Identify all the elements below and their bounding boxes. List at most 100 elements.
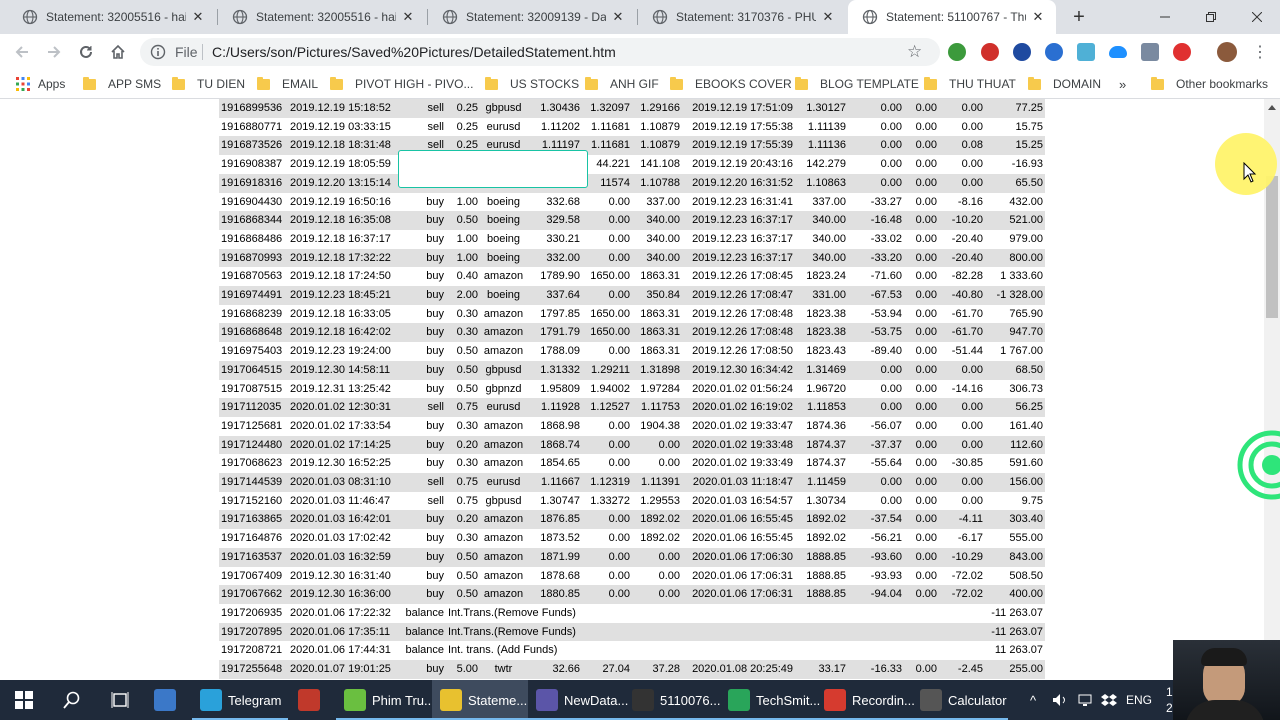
address-bar[interactable]: File C:/Users/son/Pictures/Saved%20Pictu…	[140, 38, 940, 66]
bookmark-folder[interactable]: APP SMS	[83, 70, 161, 98]
taskbar-item[interactable]	[0, 680, 48, 720]
home-button[interactable]	[106, 40, 130, 64]
volume-icon[interactable]	[1052, 680, 1068, 720]
apps-shortcut[interactable]: Apps	[16, 70, 65, 98]
table-cell: 0.25	[456, 120, 478, 133]
table-cell: -11 263.07	[991, 606, 1043, 619]
bookmark-star-icon[interactable]: ☆	[907, 42, 922, 62]
table-cell: amazon	[483, 532, 524, 545]
taskbar-item[interactable]: Telegram	[192, 680, 288, 720]
table-cell: 1.31898	[640, 363, 680, 376]
bookmark-folder[interactable]: US STOCKS	[485, 70, 579, 98]
extension-a-icon[interactable]	[1045, 43, 1063, 61]
table-cell: sell	[427, 494, 444, 507]
tab-statement-4[interactable]: Statement: 3170376 - PHUC ✕	[638, 0, 846, 34]
taskbar-item[interactable]	[288, 680, 336, 720]
tab-statement-3[interactable]: Statement: 32009139 - Dao ✕	[428, 0, 636, 34]
taskbar-item[interactable]: Calculator	[912, 680, 1008, 720]
extension-dropbox-icon[interactable]	[1141, 43, 1159, 61]
bookmark-folder[interactable]: TU DIEN	[172, 70, 245, 98]
table-cell: 1788.09	[540, 345, 580, 358]
table-cell: 1871.99	[540, 550, 580, 563]
table-cell: buy	[426, 438, 444, 451]
table-cell: 0.00	[915, 289, 937, 302]
extension-block-icon[interactable]	[1173, 43, 1191, 61]
table-row: 1917087515 2019.12.31 13:25:42 buy 0.50 gbpn…	[219, 379, 1045, 399]
input-language-indicator[interactable]: ENG	[1126, 680, 1152, 720]
bookmark-folder[interactable]: BLOG TEMPLATE	[795, 70, 919, 98]
table-cell: 0.20	[456, 513, 478, 526]
table-cell: 0.00	[915, 307, 937, 320]
table-cell: 1916880771	[221, 120, 283, 133]
url-text[interactable]: C:/Users/son/Pictures/Saved%20Pictures/D…	[212, 44, 616, 60]
reload-button[interactable]	[74, 40, 98, 64]
clock[interactable]: 1 2	[1166, 680, 1173, 720]
table-cell: 0.00	[915, 195, 937, 208]
tab-close-icon[interactable]: ✕	[820, 9, 836, 25]
table-cell: 0.00	[608, 569, 630, 582]
table-cell: 0.50	[456, 345, 478, 358]
taskbar-item[interactable]: Phim Tru...	[336, 680, 435, 720]
scrollbar-thumb[interactable]	[1266, 176, 1278, 318]
scroll-up-arrow-icon[interactable]	[1268, 105, 1276, 110]
forward-button[interactable]	[42, 40, 66, 64]
taskbar-item[interactable]: NewData...	[528, 680, 628, 720]
extension-na-icon[interactable]	[1013, 43, 1031, 61]
tab-close-icon[interactable]: ✕	[1030, 9, 1046, 25]
taskbar-item[interactable]: 5110076...	[624, 680, 720, 720]
extension-cloud-icon[interactable]	[1109, 46, 1127, 58]
taskbar-item[interactable]: Stateme...	[432, 680, 528, 720]
tab-statement-1[interactable]: Statement: 32005516 - hai t ✕	[8, 0, 216, 34]
taskbar-item[interactable]	[48, 680, 96, 720]
back-button[interactable]	[10, 40, 34, 64]
table-cell: buy	[426, 382, 444, 395]
extension-red-badge-icon[interactable]	[981, 43, 999, 61]
bookmark-folder[interactable]: THU THUAT	[924, 70, 1016, 98]
tab-close-icon[interactable]: ✕	[400, 9, 416, 25]
minimize-button[interactable]	[1142, 0, 1188, 34]
bookmark-folder[interactable]: ANH GIF	[585, 70, 659, 98]
bookmark-folder[interactable]: EMAIL	[257, 70, 318, 98]
table-cell: 2019.12.19 15:18:52	[290, 102, 391, 114]
info-icon[interactable]	[150, 44, 166, 60]
bookmark-folder[interactable]: PIVOT HIGH - PIVO...	[330, 70, 473, 98]
bookmark-folder[interactable]: DOMAIN	[1028, 70, 1101, 98]
tab-statement-2[interactable]: Statement: 32005516 - hai t ✕	[218, 0, 426, 34]
table-cell: 0.00	[915, 102, 937, 114]
taskbar-item[interactable]	[144, 680, 192, 720]
table-cell: 508.50	[1009, 569, 1043, 582]
network-icon[interactable]	[1077, 680, 1093, 720]
restore-button[interactable]	[1188, 0, 1234, 34]
tab-close-icon[interactable]: ✕	[190, 9, 206, 25]
table-cell: 1880.85	[540, 588, 580, 601]
table-cell: 32.66	[552, 663, 580, 676]
table-row: 1917124480 2020.01.02 17:14:25 buy 0.20 amaz…	[219, 435, 1045, 455]
taskbar-item[interactable]: Recordin...	[816, 680, 915, 720]
taskbar-item[interactable]	[96, 680, 144, 720]
table-cell: buy	[426, 289, 444, 302]
table-cell: -40.80	[951, 289, 983, 302]
table-cell: 2019.12.30 16:36:00	[290, 588, 391, 601]
dropbox-tray-icon[interactable]	[1101, 680, 1117, 720]
table-cell: 0.00	[658, 569, 680, 582]
extension-globe-icon[interactable]	[948, 43, 966, 61]
table-cell: -33.27	[870, 195, 902, 208]
table-cell: 1874.37	[806, 457, 846, 470]
profile-avatar[interactable]	[1217, 42, 1237, 62]
new-tab-button[interactable]: +	[1068, 6, 1090, 28]
table-cell: 0.00	[915, 326, 937, 339]
other-bookmarks-folder[interactable]: Other bookmarks	[1151, 70, 1268, 98]
table-cell: 2019.12.31 13:25:42	[290, 382, 391, 395]
language-label: ENG	[1126, 693, 1153, 707]
tab-close-icon[interactable]: ✕	[610, 9, 626, 25]
bookmarks-overflow-button[interactable]: »	[1119, 70, 1126, 98]
close-window-button[interactable]	[1234, 0, 1280, 34]
taskbar-item-label: Recordin...	[852, 692, 915, 708]
tab-statement-5[interactable]: Statement: 51100767 - Thu ✕	[848, 0, 1056, 34]
taskbar-item[interactable]: TechSmit...	[720, 680, 820, 720]
extension-bird-icon[interactable]	[1077, 43, 1095, 61]
show-hidden-icons-button[interactable]: ^	[1030, 680, 1036, 720]
bookmark-folder[interactable]: EBOOKS COVER	[670, 70, 792, 98]
camtasia-icon	[728, 689, 750, 711]
menu-dots-icon[interactable]: ⋮	[1252, 42, 1268, 62]
